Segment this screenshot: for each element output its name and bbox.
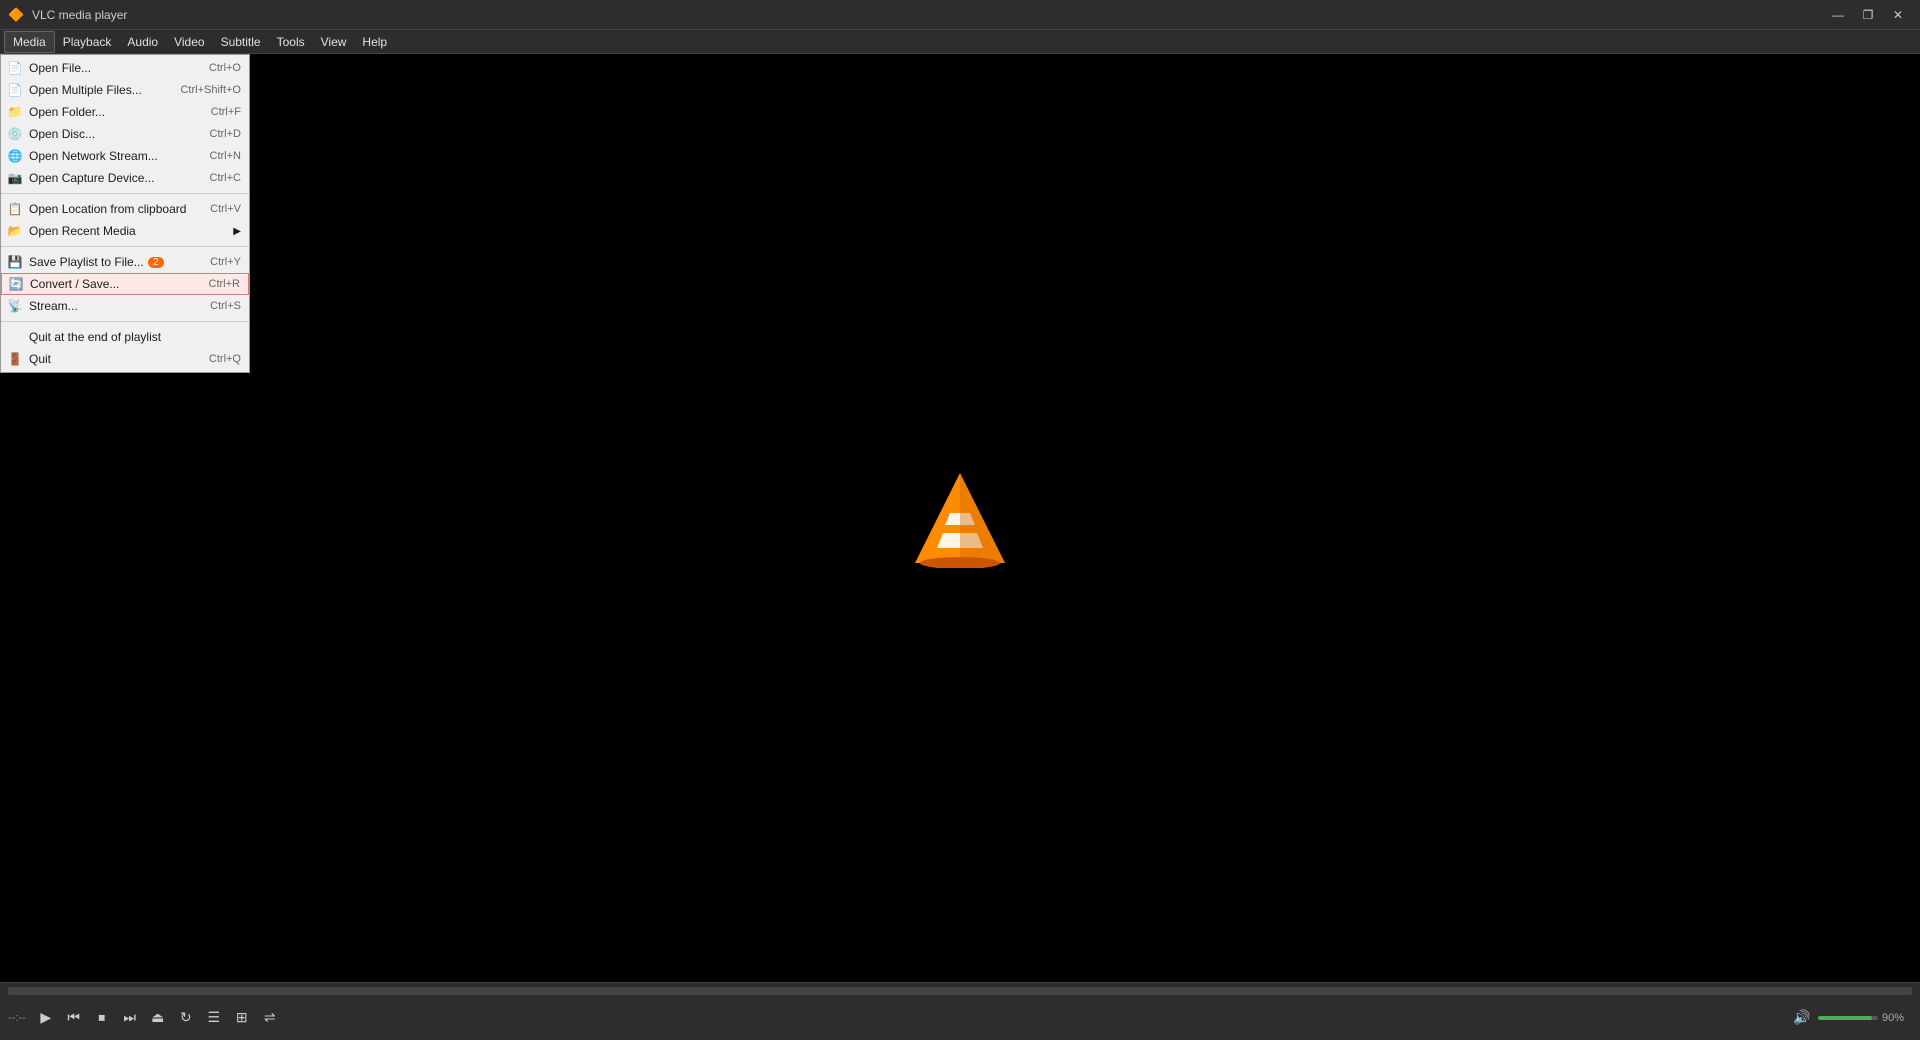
menu-item-view[interactable]: View [313, 31, 355, 53]
menu-item-open-network[interactable]: 🌐 Open Network Stream... Ctrl+N [1, 145, 249, 167]
menu-item-quit-end[interactable]: Quit at the end of playlist [1, 326, 249, 348]
title-bar: 🔶 VLC media player — ❐ ✕ [0, 0, 1920, 30]
menu-item-stream[interactable]: 📡 Stream... Ctrl+S [1, 295, 249, 317]
menu-item-open-location[interactable]: 📋 Open Location from clipboard Ctrl+V [1, 198, 249, 220]
menu-item-audio[interactable]: Audio [119, 31, 166, 53]
menu-section-quit: Quit at the end of playlist 🚪 Quit Ctrl+… [1, 324, 249, 372]
convert-save-shortcut: Ctrl+R [209, 278, 240, 290]
volume-slider[interactable] [1818, 1016, 1878, 1020]
menu-item-quit[interactable]: 🚪 Quit Ctrl+Q [1, 348, 249, 370]
quit-label: Quit [29, 352, 51, 366]
menu-section-location: 📋 Open Location from clipboard Ctrl+V 📂 … [1, 196, 249, 244]
maximize-button[interactable]: ❐ [1854, 5, 1882, 25]
quit-shortcut: Ctrl+Q [209, 353, 241, 365]
menu-item-video[interactable]: Video [166, 31, 212, 53]
progress-bar-area[interactable] [8, 987, 1912, 995]
menu-item-open-folder[interactable]: 📁 Open Folder... Ctrl+F [1, 101, 249, 123]
stream-shortcut: Ctrl+S [210, 300, 241, 312]
menu-item-open-capture[interactable]: 📷 Open Capture Device... Ctrl+C [1, 167, 249, 189]
play-button[interactable]: ▶ [34, 1006, 58, 1030]
open-folder-shortcut: Ctrl+F [211, 106, 241, 118]
open-disc-label: Open Disc... [29, 127, 95, 141]
controls-bar: --:-- ▶ ⏮ ⏹ ⏭ ⏏ ↻ ☰ ⊞ ⇌ 🔊 90% [0, 982, 1920, 1040]
open-capture-shortcut: Ctrl+C [210, 172, 241, 184]
volume-fill [1818, 1016, 1872, 1020]
open-disc-shortcut: Ctrl+D [210, 128, 241, 140]
menu-item-help[interactable]: Help [354, 31, 395, 53]
open-file-icon: 📄 [7, 61, 23, 75]
convert-save-label: Convert / Save... [30, 277, 119, 291]
open-network-icon: 🌐 [7, 149, 23, 163]
separator-3 [1, 321, 249, 322]
eject-button[interactable]: ⏏ [146, 1006, 170, 1030]
open-network-label: Open Network Stream... [29, 149, 158, 163]
open-recent-icon: 📂 [7, 224, 23, 238]
menu-item-tools[interactable]: Tools [269, 31, 313, 53]
volume-area: 🔊 90% [1790, 1006, 1912, 1030]
separator-2 [1, 246, 249, 247]
open-multiple-shortcut: Ctrl+Shift+O [180, 84, 241, 96]
volume-icon[interactable]: 🔊 [1790, 1006, 1814, 1030]
open-location-icon: 📋 [7, 202, 23, 216]
open-multiple-label: Open Multiple Files... [29, 83, 142, 97]
open-location-label: Open Location from clipboard [29, 202, 186, 216]
save-playlist-shortcut: Ctrl+Y [210, 256, 241, 268]
stream-icon: 📡 [7, 299, 23, 313]
menu-item-save-playlist[interactable]: 💾 Save Playlist to File... 2 Ctrl+Y [1, 251, 249, 273]
media-dropdown-menu: 📄 Open File... Ctrl+O 📄 Open Multiple Fi… [0, 54, 250, 373]
open-folder-label: Open Folder... [29, 105, 105, 119]
save-playlist-label: Save Playlist to File... [29, 255, 144, 269]
loop-button[interactable]: ↻ [174, 1006, 198, 1030]
extended-button[interactable]: ⊞ [230, 1006, 254, 1030]
video-area [0, 54, 1920, 982]
quit-icon: 🚪 [7, 352, 23, 366]
save-playlist-badge: 2 [148, 257, 164, 268]
menu-item-playback[interactable]: Playback [55, 31, 120, 53]
menu-section-playlist: 💾 Save Playlist to File... 2 Ctrl+Y 🔄 Co… [1, 249, 249, 319]
vlc-cone [915, 468, 1005, 568]
title-bar-controls: — ❐ ✕ [1824, 5, 1912, 25]
shuffle-button[interactable]: ⇌ [258, 1006, 282, 1030]
save-playlist-icon: 💾 [7, 255, 23, 269]
convert-save-icon: 🔄 [8, 277, 24, 291]
menu-item-open-file[interactable]: 📄 Open File... Ctrl+O [1, 57, 249, 79]
menu-item-open-multiple[interactable]: 📄 Open Multiple Files... Ctrl+Shift+O [1, 79, 249, 101]
open-recent-label: Open Recent Media [29, 224, 136, 238]
open-location-shortcut: Ctrl+V [210, 203, 241, 215]
prev-button[interactable]: ⏮ [62, 1006, 86, 1030]
separator-1 [1, 193, 249, 194]
volume-label: 90% [1882, 1012, 1912, 1024]
stop-button[interactable]: ⏹ [90, 1006, 114, 1030]
title-bar-title: VLC media player [32, 8, 127, 22]
title-bar-left: 🔶 VLC media player [8, 7, 127, 23]
menu-item-media[interactable]: Media [4, 31, 55, 53]
next-button[interactable]: ⏭ [118, 1006, 142, 1030]
controls-buttons: --:-- ▶ ⏮ ⏹ ⏭ ⏏ ↻ ☰ ⊞ ⇌ 🔊 90% [0, 995, 1920, 1040]
submenu-arrow-icon: ▶ [233, 226, 241, 237]
menu-item-open-disc[interactable]: 💿 Open Disc... Ctrl+D [1, 123, 249, 145]
menu-item-open-recent[interactable]: 📂 Open Recent Media ▶ [1, 220, 249, 242]
open-disc-icon: 💿 [7, 127, 23, 141]
playlist-button[interactable]: ☰ [202, 1006, 226, 1030]
close-button[interactable]: ✕ [1884, 5, 1912, 25]
menu-section-open: 📄 Open File... Ctrl+O 📄 Open Multiple Fi… [1, 55, 249, 191]
menu-item-subtitle[interactable]: Subtitle [213, 31, 269, 53]
open-file-shortcut: Ctrl+O [209, 62, 241, 74]
stream-label: Stream... [29, 299, 78, 313]
open-capture-label: Open Capture Device... [29, 171, 154, 185]
menu-bar: Media Playback Audio Video Subtitle Tool… [0, 30, 1920, 54]
open-file-label: Open File... [29, 61, 91, 75]
open-folder-icon: 📁 [7, 105, 23, 119]
minimize-button[interactable]: — [1824, 5, 1852, 25]
open-multiple-icon: 📄 [7, 83, 23, 97]
open-network-shortcut: Ctrl+N [210, 150, 241, 162]
open-capture-icon: 📷 [7, 171, 23, 185]
quit-end-label: Quit at the end of playlist [29, 330, 161, 344]
time-left: --:-- [8, 1012, 26, 1024]
app-icon: 🔶 [8, 7, 24, 23]
menu-item-convert-save[interactable]: 🔄 Convert / Save... Ctrl+R [1, 273, 249, 295]
